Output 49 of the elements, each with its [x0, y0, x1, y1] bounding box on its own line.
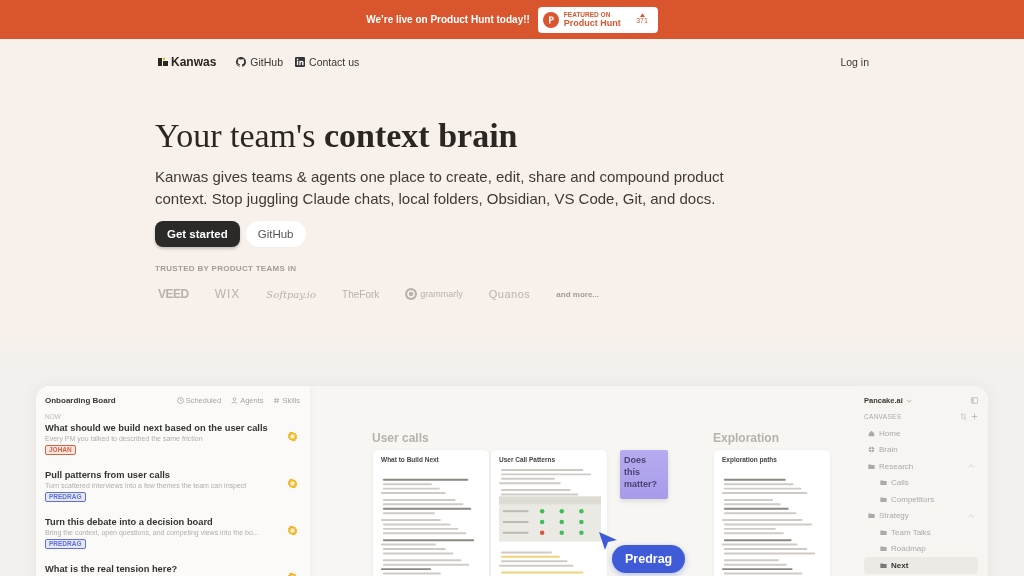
hash-icon [273, 397, 281, 404]
task-title[interactable]: Turn this debate into a decision board [45, 517, 213, 527]
upvote-icon [639, 13, 645, 18]
logo-mark-icon [405, 288, 418, 300]
company-logo: Softpay.io [266, 288, 317, 300]
brand-mark-icon [158, 57, 168, 67]
brand-logo[interactable]: Kanwas [158, 55, 217, 69]
github-button[interactable]: GitHub [245, 221, 306, 247]
sort-icon[interactable] [960, 413, 967, 420]
agent-icon [287, 478, 298, 489]
clock-icon [176, 397, 184, 404]
canvas-section-title: User calls [372, 431, 430, 445]
collaborator-label: Predrag [612, 545, 686, 573]
sidebar-toggle-icon[interactable] [971, 397, 978, 404]
caret-icon[interactable] [905, 398, 912, 403]
company-logo: grammarly [405, 288, 463, 300]
add-icon[interactable] [971, 413, 978, 420]
home-icon [868, 429, 875, 437]
company-logo: WIX [214, 287, 241, 301]
canvas-tree-item[interactable]: Next [864, 557, 978, 574]
company-logo: VEED [158, 287, 189, 301]
trusted-label: TRUSTED BY PRODUCT TEAMS IN [155, 264, 297, 273]
task-title[interactable]: What is the real tension here? [45, 564, 178, 574]
nav-link[interactable]: GitHub [236, 56, 284, 68]
folder-icon [868, 462, 875, 470]
canvas-section-title: Exploration [713, 431, 780, 445]
chevron-icon[interactable] [968, 513, 974, 518]
board-title: Onboarding Board [45, 396, 116, 405]
sticky-note[interactable]: Does this matter? [620, 450, 668, 499]
hero-description: Kanwas gives teams & agents one place to create, edit, share and compound product context. Stop juggling Claude chats, local folders, Obsidian, VS Code, Git, and docs. [155, 167, 725, 209]
hero-title: Your team's context brain [155, 116, 518, 156]
login-link[interactable]: Log in [840, 56, 869, 68]
task-title[interactable]: What should we build next based on the user calls [45, 423, 268, 433]
nav-link[interactable]: Contact us [295, 56, 360, 68]
agent-icon [287, 431, 298, 442]
person-icon [231, 397, 239, 404]
agent-icon [287, 525, 298, 536]
announcement-text: We’re live on Product Hunt today!! [366, 14, 530, 25]
github-icon [236, 57, 247, 67]
globe-icon [868, 446, 875, 454]
linkedin-icon [295, 57, 306, 67]
company-logo: Quanos [488, 288, 531, 300]
cursor-icon [598, 531, 618, 551]
company-logo: TheFork [342, 288, 380, 300]
get-started-button[interactable]: Get started [155, 221, 240, 247]
product-hunt-logo-icon [542, 11, 559, 28]
task-title[interactable]: Pull patterns from user calls [45, 470, 171, 480]
chevron-icon[interactable] [968, 464, 974, 469]
more-logos-text: and more... [556, 289, 599, 299]
